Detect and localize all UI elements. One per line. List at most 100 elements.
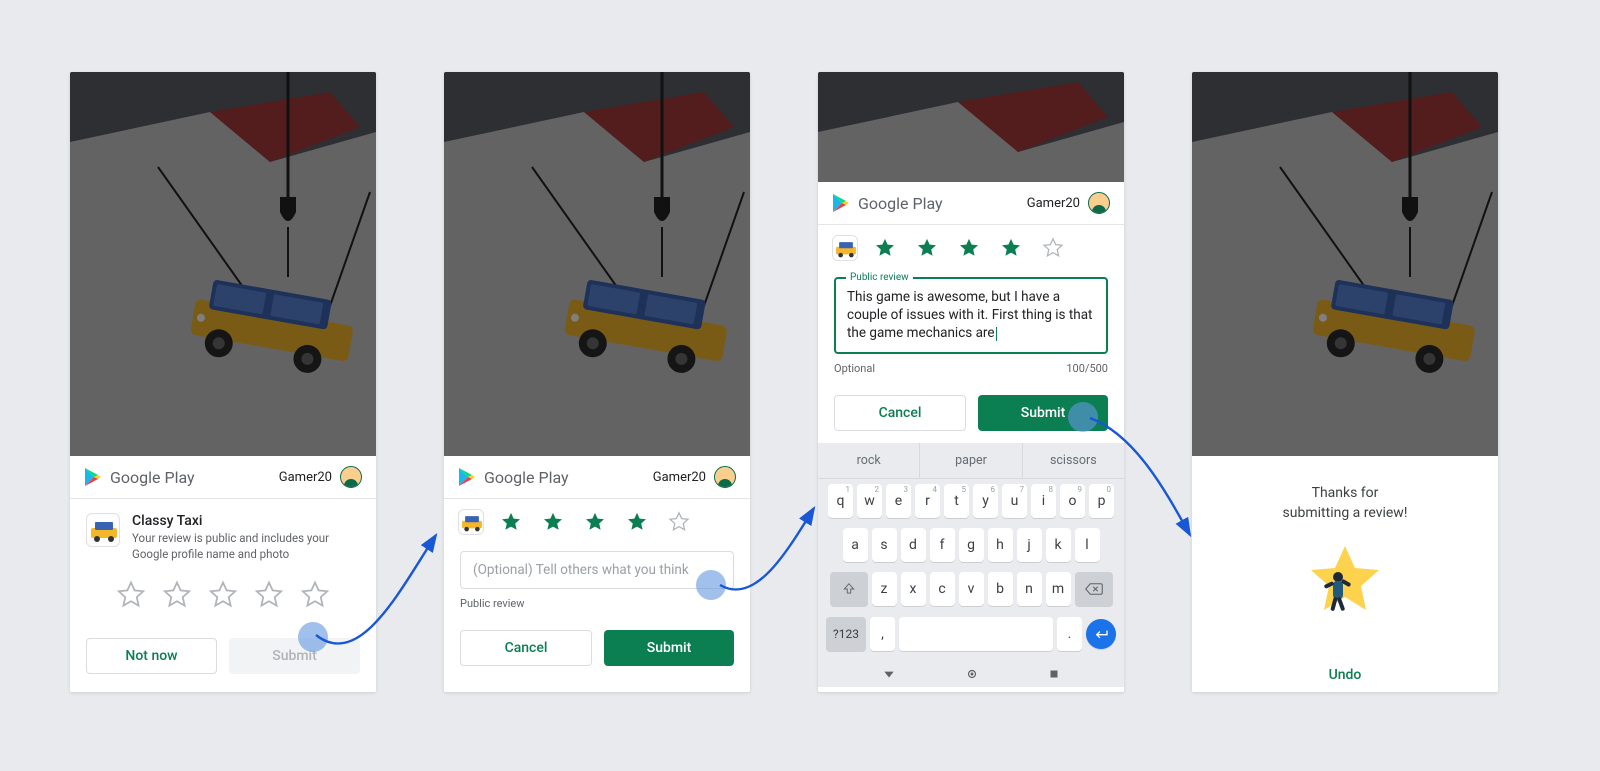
- key-i[interactable]: 8i: [1031, 484, 1056, 518]
- suggestion-1[interactable]: rock: [818, 443, 920, 478]
- star-4[interactable]: [626, 511, 648, 533]
- key-o[interactable]: 9o: [1060, 484, 1085, 518]
- key-n[interactable]: n: [1017, 572, 1042, 606]
- key-b[interactable]: b: [988, 572, 1013, 606]
- key-t[interactable]: 5t: [944, 484, 969, 518]
- nav-recent-icon[interactable]: [1048, 668, 1060, 680]
- brand-text: Google Play: [484, 468, 569, 487]
- comma-key[interactable]: ,: [870, 617, 895, 651]
- key-w[interactable]: 2w: [857, 484, 882, 518]
- game-illustration: [818, 72, 1124, 182]
- app-icon: [458, 509, 484, 535]
- shift-icon: [842, 582, 856, 596]
- not-now-button[interactable]: Not now: [86, 638, 217, 674]
- avatar-icon: [340, 466, 362, 488]
- play-store-icon: [458, 467, 476, 487]
- key-x[interactable]: x: [901, 572, 926, 606]
- username: Gamer20: [1027, 196, 1080, 211]
- star-3[interactable]: [208, 580, 238, 610]
- play-store-icon: [832, 193, 850, 213]
- star-2[interactable]: [542, 511, 564, 533]
- key-z[interactable]: z: [872, 572, 897, 606]
- star-4[interactable]: [254, 580, 284, 610]
- star-2[interactable]: [162, 580, 192, 610]
- google-play-brand: Google Play: [832, 193, 943, 213]
- review-textarea[interactable]: Public review This game is awesome, but …: [834, 277, 1108, 354]
- star-5[interactable]: [1042, 237, 1064, 259]
- char-counter: 100/500: [1066, 362, 1108, 375]
- star-4[interactable]: [1000, 237, 1022, 259]
- key-p[interactable]: 0p: [1089, 484, 1114, 518]
- phone-screen-1: Google Play Gamer20 Classy Taxi Your rev…: [70, 72, 376, 692]
- rating-stars[interactable]: [444, 499, 750, 551]
- key-m[interactable]: m: [1046, 572, 1071, 606]
- google-play-brand: Google Play: [458, 467, 569, 487]
- nav-home-icon[interactable]: [965, 667, 979, 681]
- backspace-icon: [1085, 582, 1103, 596]
- key-a[interactable]: a: [843, 528, 868, 562]
- username: Gamer20: [279, 470, 332, 485]
- google-play-brand: Google Play: [84, 467, 195, 487]
- user-badge: Gamer20: [279, 466, 362, 488]
- period-key[interactable]: .: [1057, 617, 1082, 651]
- submit-button[interactable]: Submit: [978, 395, 1108, 431]
- enter-icon: [1093, 626, 1109, 642]
- enter-key[interactable]: [1086, 619, 1116, 649]
- star-3[interactable]: [584, 511, 606, 533]
- game-illustration: [70, 72, 376, 456]
- key-q[interactable]: 1q: [828, 484, 853, 518]
- android-navbar: [818, 659, 1124, 687]
- star-1[interactable]: [874, 237, 896, 259]
- key-f[interactable]: f: [930, 528, 955, 562]
- space-key[interactable]: [899, 617, 1053, 651]
- brand-text: Google Play: [858, 194, 943, 213]
- app-info-row: Classy Taxi Your review is public and in…: [70, 499, 376, 568]
- username: Gamer20: [653, 470, 706, 485]
- star-3[interactable]: [958, 237, 980, 259]
- review-text: This game is awesome, but I have a coupl…: [847, 289, 1092, 341]
- rating-stars[interactable]: [70, 568, 376, 628]
- key-k[interactable]: k: [1046, 528, 1071, 562]
- star-5[interactable]: [300, 580, 330, 610]
- suggestion-2[interactable]: paper: [920, 443, 1022, 478]
- avatar-icon: [1088, 192, 1110, 214]
- key-l[interactable]: l: [1075, 528, 1100, 562]
- field-caption: Public review: [460, 597, 525, 610]
- shift-key[interactable]: [830, 572, 868, 606]
- star-2[interactable]: [916, 237, 938, 259]
- play-store-icon: [84, 467, 102, 487]
- star-5[interactable]: [668, 511, 690, 533]
- backspace-key[interactable]: [1075, 572, 1113, 606]
- submit-button[interactable]: Submit: [604, 630, 734, 666]
- text-cursor: [996, 327, 997, 341]
- cancel-button[interactable]: Cancel: [834, 395, 966, 431]
- phone-screen-4: Thanks for submitting a review! U: [1192, 72, 1498, 692]
- key-d[interactable]: d: [901, 528, 926, 562]
- key-e[interactable]: 3e: [886, 484, 911, 518]
- key-j[interactable]: j: [1017, 528, 1042, 562]
- suggestion-3[interactable]: scissors: [1023, 443, 1124, 478]
- avatar-icon: [714, 466, 736, 488]
- brand-text: Google Play: [110, 468, 195, 487]
- thanks-message: Thanks for submitting a review!: [1192, 456, 1498, 655]
- virtual-keyboard: rock paper scissors 1q2w3e4r5t6y7u8i9o0p…: [818, 443, 1124, 687]
- key-h[interactable]: h: [988, 528, 1013, 562]
- symbols-key[interactable]: ?123: [826, 617, 866, 651]
- key-s[interactable]: s: [872, 528, 897, 562]
- user-badge: Gamer20: [653, 466, 736, 488]
- key-r[interactable]: 4r: [915, 484, 940, 518]
- undo-button[interactable]: Undo: [1192, 655, 1498, 692]
- key-v[interactable]: v: [959, 572, 984, 606]
- nav-back-icon[interactable]: [882, 667, 896, 681]
- star-1[interactable]: [116, 580, 146, 610]
- star-1[interactable]: [500, 511, 522, 533]
- phone-screen-2: Google Play Gamer20 (Optional) Tell othe…: [444, 72, 750, 692]
- key-y[interactable]: 6y: [973, 484, 998, 518]
- review-input[interactable]: (Optional) Tell others what you think: [460, 551, 734, 589]
- key-u[interactable]: 7u: [1002, 484, 1027, 518]
- rating-stars[interactable]: [818, 225, 1124, 277]
- user-badge: Gamer20: [1027, 192, 1110, 214]
- cancel-button[interactable]: Cancel: [460, 630, 592, 666]
- key-c[interactable]: c: [930, 572, 955, 606]
- key-g[interactable]: g: [959, 528, 984, 562]
